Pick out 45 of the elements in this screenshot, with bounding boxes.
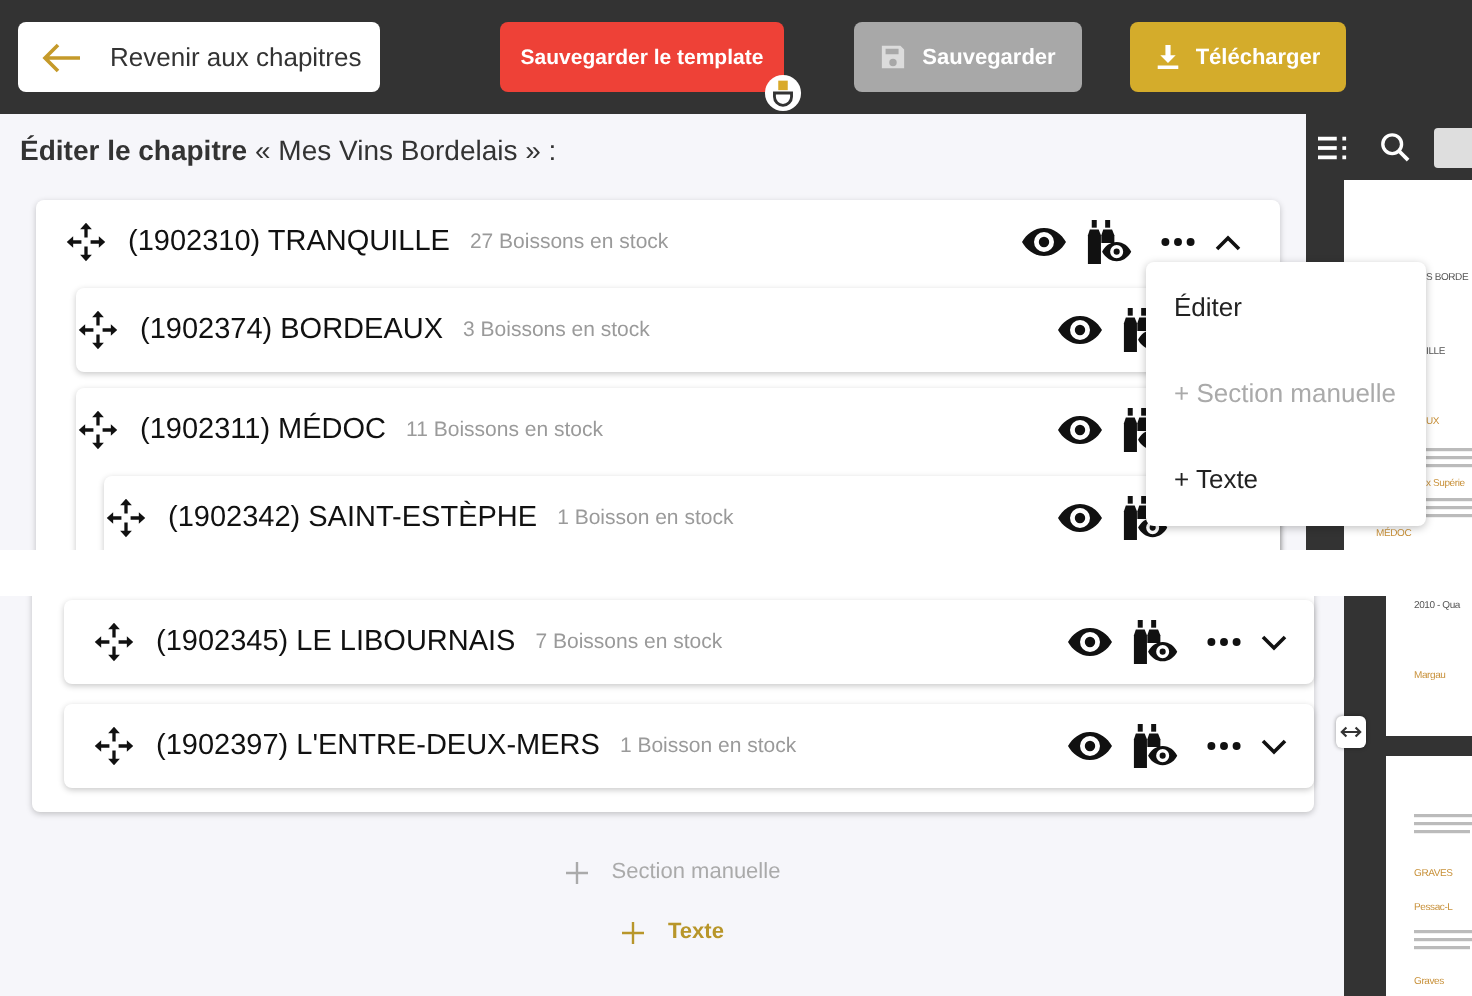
download-icon	[1155, 44, 1180, 70]
move-icon	[104, 496, 148, 540]
resize-icon	[1340, 724, 1362, 740]
menu-item[interactable]: + Texte	[1146, 439, 1426, 520]
add-text-button[interactable]: Texte	[614, 916, 732, 948]
menu-item[interactable]: Éditer	[1146, 268, 1426, 349]
back-button[interactable]: Revenir aux chapitres	[18, 22, 380, 92]
section-title: (1902345) LE LIBOURNAIS	[156, 626, 516, 658]
chevron-down-icon[interactable]	[1260, 633, 1288, 651]
list-icon[interactable]	[1318, 135, 1348, 159]
section-title: (1902310) TRANQUILLE	[128, 226, 450, 258]
move-icon	[92, 724, 136, 768]
bottles-eye-icon[interactable]	[1132, 617, 1178, 667]
search-field[interactable]	[1434, 127, 1472, 167]
move-icon	[64, 220, 108, 264]
bottles-eye-icon[interactable]	[1132, 721, 1178, 771]
more-icon[interactable]	[1206, 636, 1242, 648]
chevron-up-icon[interactable]	[1214, 233, 1242, 251]
stock-count: 11 Boissons en stock	[406, 418, 603, 442]
section-title: (1902342) SAINT-ESTÈPHE	[168, 502, 538, 534]
stock-count: 1 Boisson en stock	[557, 506, 734, 530]
chapter-heading: Éditer le chapitre « Mes Vins Bordelais » :	[20, 132, 559, 170]
small-print-drawing	[1414, 928, 1472, 952]
move-icon	[76, 308, 120, 352]
section-title: (1902397) L'ENTRE-DEUX-MERS	[156, 730, 600, 762]
move-icon	[76, 408, 120, 452]
stock-count: 27 Boissons en stock	[469, 230, 669, 254]
section-title: (1902311) MÉDOC	[140, 414, 387, 446]
search-icon[interactable]	[1380, 132, 1410, 162]
stock-count: 1 Boisson en stock	[619, 734, 797, 758]
stock-count: 3 Boissons en stock	[463, 318, 650, 342]
chevron-down-icon[interactable]	[1260, 737, 1288, 755]
resize-handle[interactable]	[1336, 716, 1366, 748]
more-icon[interactable]	[1160, 236, 1196, 248]
bottles-eye-icon[interactable]	[1086, 217, 1132, 267]
save-template-button[interactable]: Sauvegarder le template	[500, 22, 784, 92]
plus-icon	[565, 861, 588, 883]
section-title: (1902374) BORDEAUX	[140, 314, 444, 346]
move-icon	[92, 620, 136, 664]
stock-count: 7 Boissons en stock	[535, 630, 723, 654]
download-button[interactable]: Télécharger	[1130, 22, 1346, 92]
small-print-drawing	[1414, 812, 1472, 836]
arrow-left-icon	[42, 41, 82, 73]
plus-icon	[622, 921, 645, 943]
more-icon[interactable]	[1206, 740, 1242, 752]
